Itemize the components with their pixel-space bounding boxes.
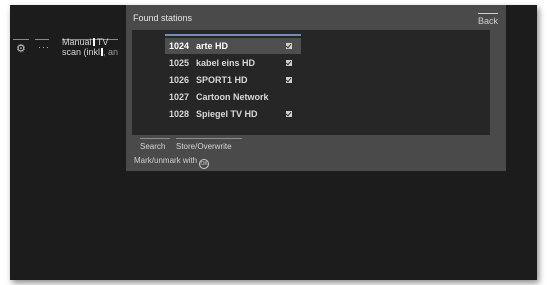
back-button[interactable]: Back xyxy=(477,13,498,26)
checkbox-checked-icon[interactable] xyxy=(286,60,292,66)
search-button[interactable]: Search xyxy=(140,138,170,153)
station-name: Cartoon Network xyxy=(196,92,269,102)
station-name: SPORT1 HD xyxy=(196,75,248,85)
manual-scan-label-2: TV xyxy=(96,37,109,47)
station-row[interactable]: 1024 arte HD xyxy=(165,38,301,54)
manual-scan-label-3: scan (inkl xyxy=(62,47,101,57)
station-row[interactable]: 1028 Spiegel TV HD xyxy=(165,106,301,122)
found-stations-dialog: Found stations Back 1024 arte HD 1025 ka… xyxy=(126,5,506,171)
hint-label: Mark/unmark with xyxy=(134,156,198,165)
station-name: kabel eins HD xyxy=(196,58,256,68)
sidebar-divider xyxy=(35,39,49,40)
station-number: 1026 xyxy=(169,75,190,85)
station-name: Spiegel TV HD xyxy=(196,109,258,119)
store-overwrite-button[interactable]: Store/Overwrite xyxy=(176,138,242,153)
station-number: 1028 xyxy=(169,109,190,119)
station-name: arte HD xyxy=(196,41,229,51)
manual-scan-label: Manual xyxy=(62,37,92,47)
station-row[interactable]: 1026 SPORT1 HD xyxy=(165,72,301,88)
dialog-title: Found stations xyxy=(133,13,193,23)
station-number: 1027 xyxy=(169,92,190,102)
station-list: 1024 arte HD 1025 kabel eins HD 1026 SPO… xyxy=(132,30,490,135)
station-row[interactable]: 1025 kabel eins HD xyxy=(165,55,301,71)
checkbox-checked-icon[interactable] xyxy=(286,111,292,117)
hint-text: Mark/unmark with OK xyxy=(134,156,210,169)
ok-button-icon: OK xyxy=(199,159,210,169)
checkbox-checked-icon[interactable] xyxy=(286,77,292,83)
sidebar-divider xyxy=(13,39,29,40)
station-number: 1025 xyxy=(169,58,190,68)
ellipsis-icon[interactable]: ··· xyxy=(38,42,50,52)
station-row[interactable]: 1027 Cartoon Network xyxy=(165,89,301,105)
checkbox-checked-icon[interactable] xyxy=(286,43,292,49)
text-cursor xyxy=(92,38,95,46)
manual-scan-menu-item[interactable]: Manual TV scan (inkl, an xyxy=(62,37,122,57)
station-number: 1024 xyxy=(169,41,190,51)
gear-icon[interactable]: ⚙ xyxy=(16,44,26,55)
tv-screen: ⚙ ··· Manual TV scan (inkl, an Found sta… xyxy=(10,5,537,280)
list-focus-line xyxy=(165,34,301,36)
manual-scan-label-4: , an xyxy=(103,47,119,57)
